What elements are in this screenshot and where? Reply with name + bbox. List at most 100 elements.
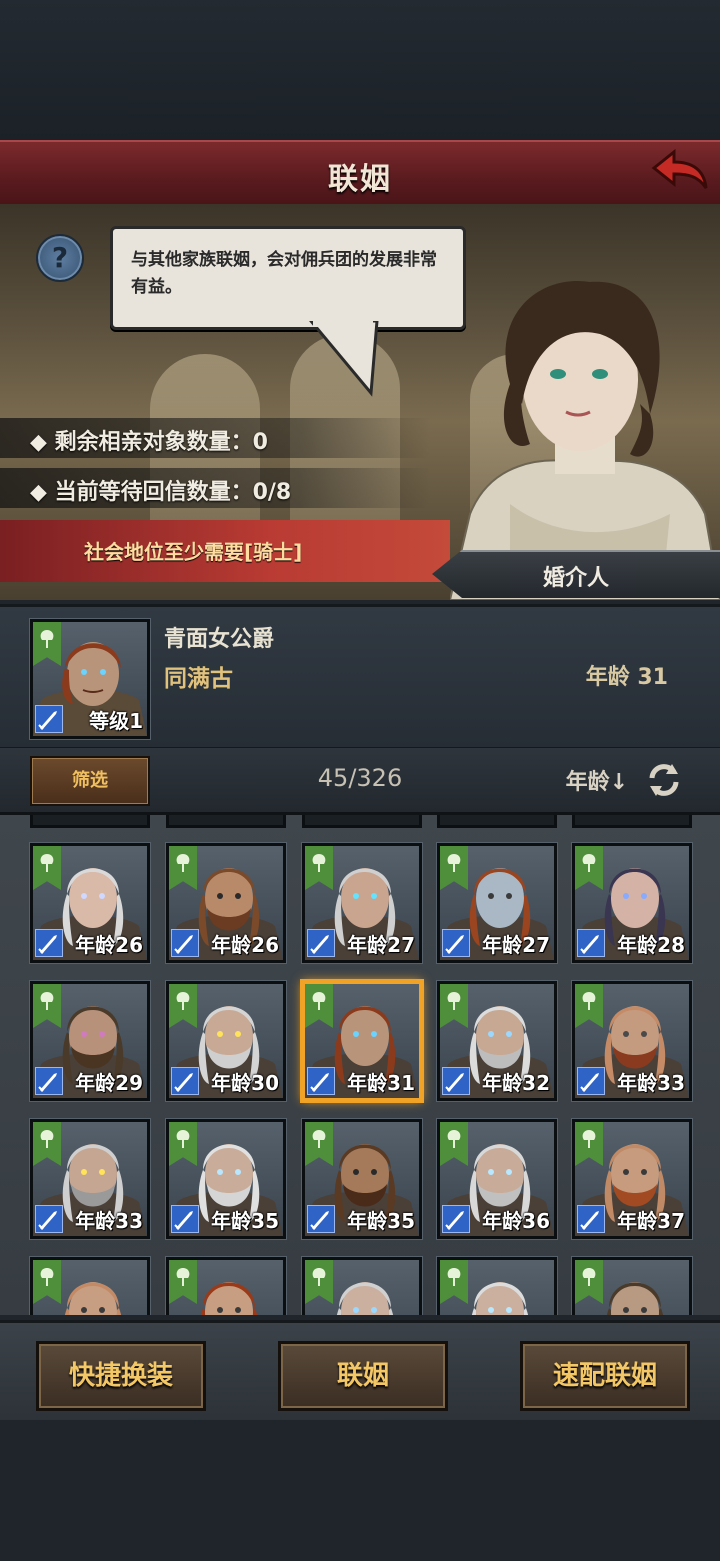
sword-icon <box>442 929 470 957</box>
candidate-card[interactable]: 年龄32 <box>437 981 557 1101</box>
candidate-portrait <box>30 1257 150 1315</box>
candidate-age: 年龄31 <box>347 1071 415 1095</box>
candidate-portrait <box>302 1257 422 1315</box>
candidate-age: 年龄36 <box>482 1209 550 1233</box>
sort-by-age-button[interactable]: 年龄↓ <box>566 764 628 796</box>
candidate-age: 年龄26 <box>75 933 143 957</box>
partial-card-top <box>572 815 692 828</box>
partial-card-top <box>437 815 557 828</box>
sword-icon <box>171 1205 199 1233</box>
candidate-card[interactable]: 年龄29 <box>30 981 150 1101</box>
candidate-age: 年龄35 <box>347 1209 415 1233</box>
stat-remaining: ◆ 剩余相亲对象数量：0 <box>0 418 430 458</box>
character-name: 同满古 <box>164 666 233 692</box>
selected-character-panel: 等级1 青面女公爵 同满古 年龄 31 <box>0 604 720 750</box>
refresh-icon[interactable] <box>644 760 684 800</box>
candidate-card[interactable]: 年龄31 <box>302 981 422 1101</box>
back-arrow-icon <box>651 148 708 189</box>
sword-icon <box>307 929 335 957</box>
candidate-card[interactable]: 年龄28 <box>572 843 692 963</box>
candidate-portrait: 年龄36 <box>437 1119 557 1239</box>
requirement-text: 社会地位至少需要[骑士] <box>84 540 303 564</box>
character-title: 青面女公爵 <box>164 627 275 652</box>
speech-text: 与其他家族联姻，会对佣兵团的发展非常有益。 <box>131 250 437 297</box>
candidate-card[interactable]: 年龄33 <box>572 981 692 1101</box>
sword-icon <box>577 1067 605 1095</box>
candidate-card[interactable]: 年龄30 <box>166 981 286 1101</box>
candidate-card[interactable]: 年龄33 <box>30 1119 150 1239</box>
candidate-age: 年龄27 <box>347 933 415 957</box>
candidate-portrait: 年龄35 <box>302 1119 422 1239</box>
selected-portrait[interactable]: 等级1 <box>30 619 150 739</box>
candidate-age: 年龄27 <box>482 933 550 957</box>
candidate-card[interactable]: 年龄26 <box>30 843 150 963</box>
top-status-area <box>0 0 720 140</box>
candidate-portrait: 年龄31 <box>302 981 422 1101</box>
sword-icon <box>577 929 605 957</box>
sword-icon <box>35 1205 63 1233</box>
candidate-portrait: 年龄29 <box>30 981 150 1101</box>
requirement-bar: 社会地位至少需要[骑士] <box>0 520 450 582</box>
quick-equip-button[interactable]: 快捷换装 <box>36 1341 206 1411</box>
candidate-portrait: 年龄27 <box>302 843 422 963</box>
candidate-age: 年龄29 <box>75 1071 143 1095</box>
candidate-age: 年龄30 <box>211 1071 279 1095</box>
candidate-card[interactable]: 年龄27 <box>437 843 557 963</box>
candidate-age: 年龄28 <box>617 933 685 957</box>
candidate-age: 年龄33 <box>617 1071 685 1095</box>
bubble-tail <box>309 321 379 397</box>
marry-button[interactable]: 联姻 <box>278 1341 448 1411</box>
sword-icon <box>171 929 199 957</box>
candidate-card[interactable] <box>30 1257 150 1315</box>
candidate-age: 年龄32 <box>482 1071 550 1095</box>
candidate-age: 年龄33 <box>75 1209 143 1233</box>
candidate-portrait: 年龄26 <box>166 843 286 963</box>
action-bar: 快捷换装 联姻 速配联姻 <box>0 1320 720 1423</box>
candidate-portrait: 年龄32 <box>437 981 557 1101</box>
sword-icon <box>442 1067 470 1095</box>
candidate-portrait: 年龄28 <box>572 843 692 963</box>
sword-icon <box>307 1205 335 1233</box>
matchmaker-scene: ? 与其他家族联姻，会对佣兵团的发展非常有益。 ◆ 剩余相亲对象数量：0 ◆ 当… <box>0 204 720 600</box>
candidate-portrait <box>437 1257 557 1315</box>
candidate-age: 年龄35 <box>211 1209 279 1233</box>
title-bar: 联姻 <box>0 140 720 206</box>
stat-waiting: ◆ 当前等待回信数量：0/8 <box>0 468 430 508</box>
filter-bar: 筛选 45/326 年龄↓ <box>0 748 720 815</box>
sword-icon <box>35 929 63 957</box>
candidate-portrait: 年龄37 <box>572 1119 692 1239</box>
candidate-card[interactable]: 年龄37 <box>572 1119 692 1239</box>
candidate-portrait: 年龄27 <box>437 843 557 963</box>
level-label: 等级1 <box>89 709 143 733</box>
candidate-card[interactable]: 年龄26 <box>166 843 286 963</box>
sword-icon <box>35 1067 63 1095</box>
candidate-portrait: 年龄33 <box>30 1119 150 1239</box>
candidate-portrait <box>166 1257 286 1315</box>
candidate-portrait: 年龄33 <box>572 981 692 1101</box>
candidate-portrait <box>572 1257 692 1315</box>
partial-card-top <box>302 815 422 828</box>
sword-icon <box>577 1205 605 1233</box>
sword-icon <box>35 705 63 733</box>
candidate-card[interactable] <box>166 1257 286 1315</box>
candidate-age: 年龄37 <box>617 1209 685 1233</box>
back-button[interactable] <box>650 148 710 196</box>
candidate-grid: 年龄26 年龄26 年龄27 年龄27 年龄28 年龄29 年龄30 年龄31 年龄32 年龄33… <box>0 815 720 1315</box>
footer-area <box>0 1420 720 1561</box>
candidate-card[interactable]: 年龄35 <box>302 1119 422 1239</box>
candidate-card[interactable]: 年龄35 <box>166 1119 286 1239</box>
matchmaker-tab[interactable]: 婚介人 <box>432 550 720 598</box>
candidate-card[interactable] <box>572 1257 692 1315</box>
candidate-age: 年龄26 <box>211 933 279 957</box>
quick-match-button[interactable]: 速配联姻 <box>520 1341 690 1411</box>
character-age: 年龄 31 <box>585 665 668 690</box>
partial-card-top <box>30 815 150 828</box>
candidate-card[interactable]: 年龄36 <box>437 1119 557 1239</box>
matchmaker-portrait <box>450 280 720 600</box>
help-button[interactable]: ? <box>36 234 84 282</box>
candidate-card[interactable] <box>302 1257 422 1315</box>
candidate-card[interactable]: 年龄27 <box>302 843 422 963</box>
candidate-portrait: 年龄26 <box>30 843 150 963</box>
candidate-card[interactable] <box>437 1257 557 1315</box>
sword-icon <box>442 1205 470 1233</box>
